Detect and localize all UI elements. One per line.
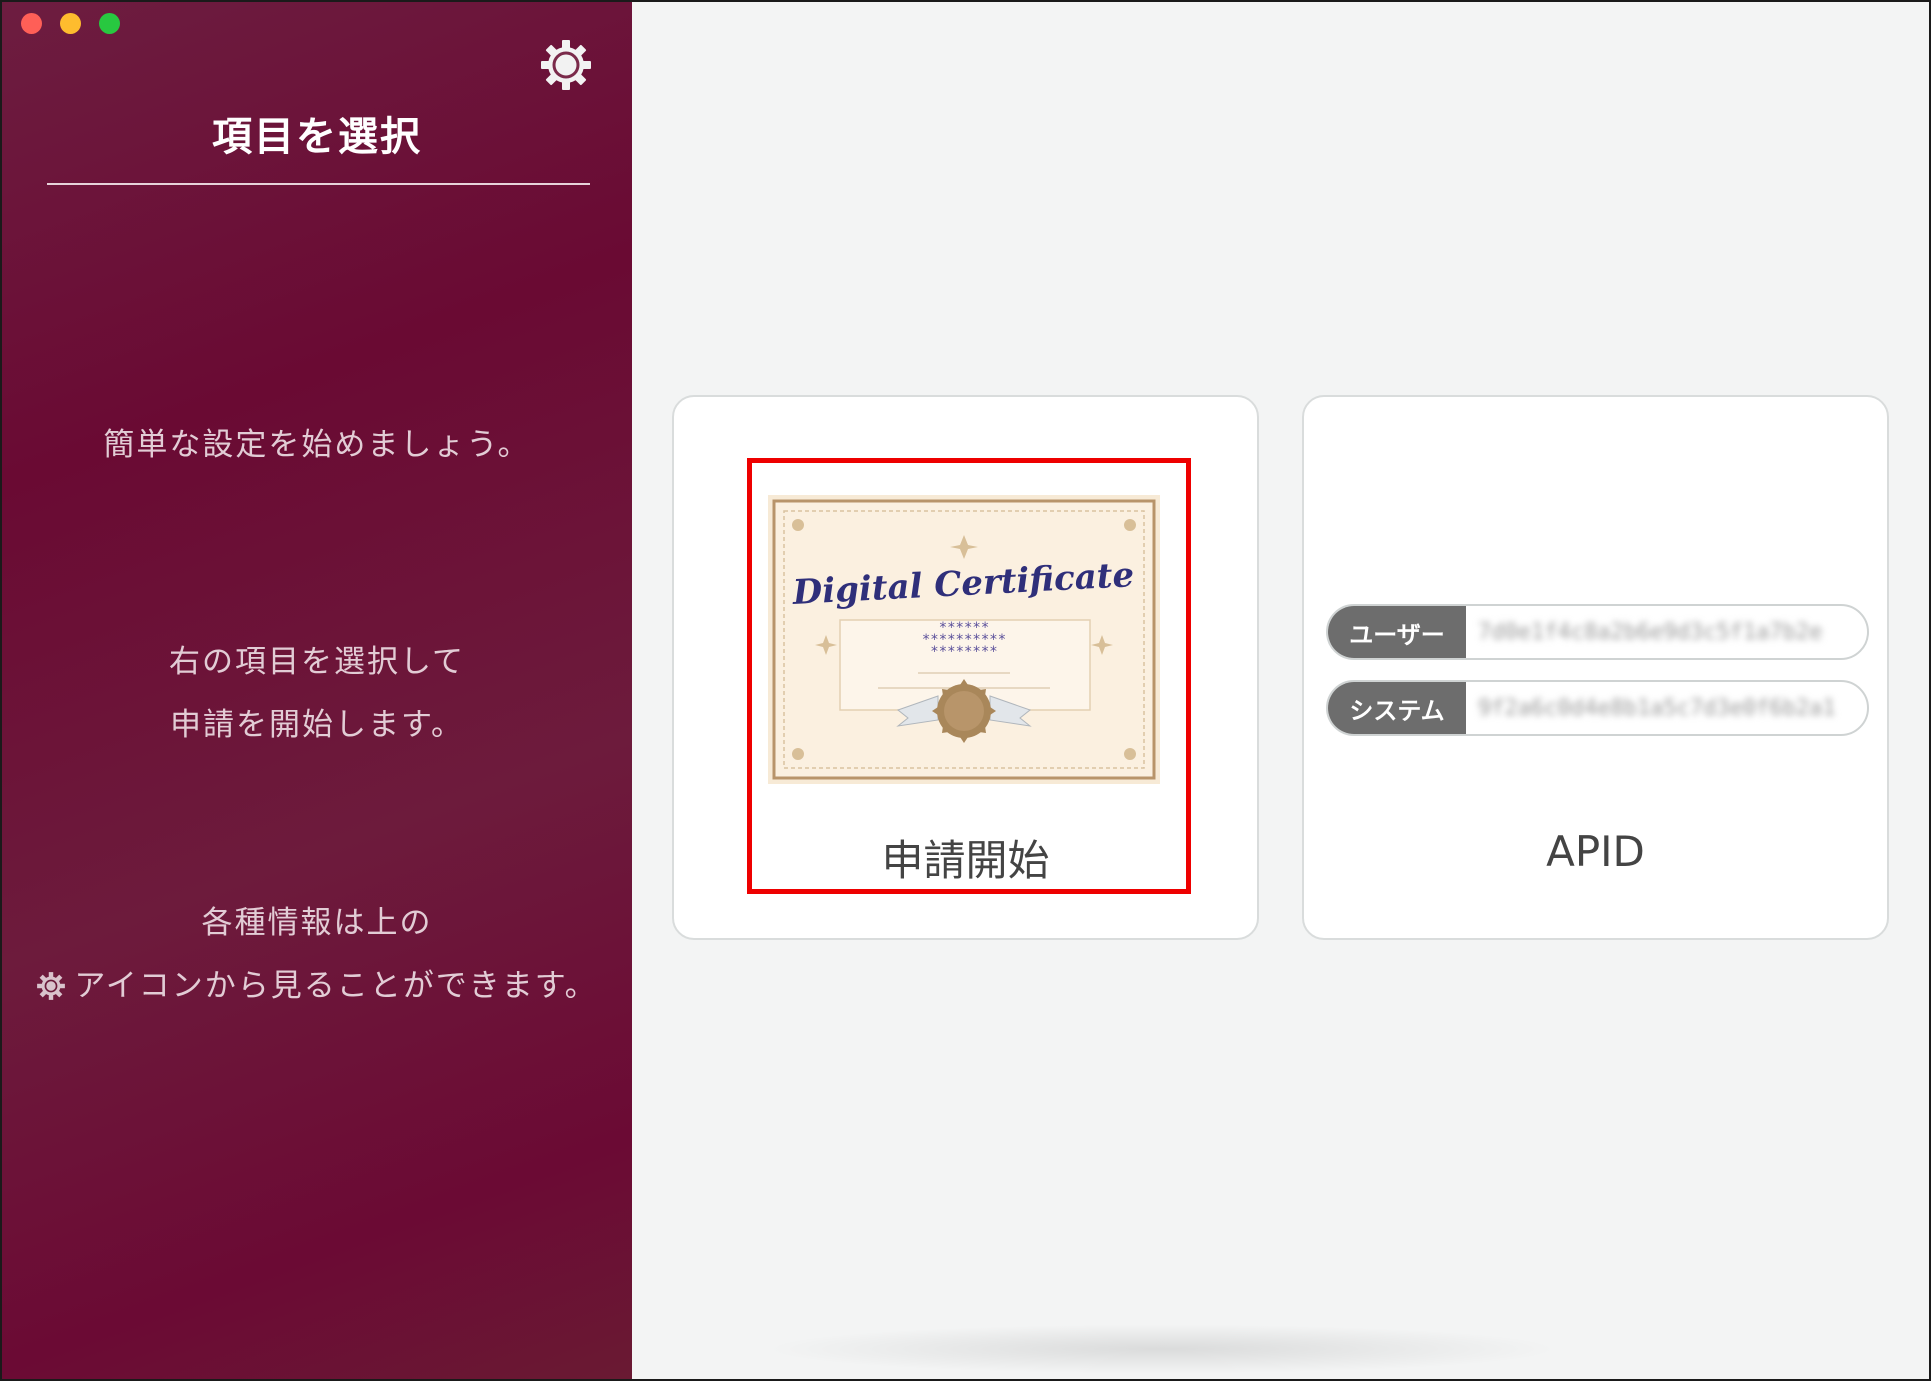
user-tag: ユーザー xyxy=(1328,606,1466,658)
system-id-row: システム 9f2a6c0d4e8b1a5c7d3e0f6b2a1 xyxy=(1326,680,1869,736)
intro-text: 簡単な設定を始めましょう。 xyxy=(2,414,632,477)
minimize-window-button[interactable] xyxy=(60,13,81,34)
system-id-value: 9f2a6c0d4e8b1a5c7d3e0f6b2a1 xyxy=(1478,695,1836,721)
sidebar-divider xyxy=(47,183,590,185)
sidebar: 項目を選択 簡単な設定を始めましょう。 右の項目を選択して 申請を開始します。 … xyxy=(2,2,632,1379)
close-window-button[interactable] xyxy=(21,13,42,34)
user-id-row: ユーザー 7d0e1f4c8a2b6e9d3c5f1a7b2e xyxy=(1326,604,1869,660)
info-text: 各種情報は上の アイコンから見ることができます。 xyxy=(2,892,632,1018)
sidebar-title: 項目を選択 xyxy=(212,114,422,160)
user-id-value: 7d0e1f4c8a2b6e9d3c5f1a7b2e xyxy=(1478,619,1823,645)
gear-icon xyxy=(36,960,66,1000)
main-area: Digital Certificate ****** ********** **… xyxy=(632,2,1929,1379)
info-line-1: 各種情報は上の xyxy=(201,905,433,941)
apply-start-card[interactable]: Digital Certificate ****** ********** **… xyxy=(672,395,1259,940)
apid-label: APID xyxy=(1546,827,1645,876)
apid-card[interactable]: ユーザー 7d0e1f4c8a2b6e9d3c5f1a7b2e システム 9f2… xyxy=(1302,395,1889,940)
instruction-line-2: 申請を開始します。 xyxy=(170,707,464,743)
apply-start-label: 申請開始 xyxy=(881,836,1050,885)
settings-gear-icon[interactable] xyxy=(539,38,593,92)
zoom-window-button[interactable] xyxy=(99,13,120,34)
app-window: 項目を選択 簡単な設定を始めましょう。 右の項目を選択して 申請を開始します。 … xyxy=(0,0,1931,1381)
info-line-2-wrap: アイコンから見ることができます。 xyxy=(2,955,632,1018)
system-tag: システム xyxy=(1328,682,1466,734)
instruction-text: 右の項目を選択して 申請を開始します。 xyxy=(2,631,632,757)
intro-line: 簡単な設定を始めましょう。 xyxy=(103,427,531,463)
info-line-2: アイコンから見ることができます。 xyxy=(74,968,598,1004)
instruction-line-1: 右の項目を選択して xyxy=(168,644,466,680)
bottom-shadow xyxy=(762,1324,1562,1374)
